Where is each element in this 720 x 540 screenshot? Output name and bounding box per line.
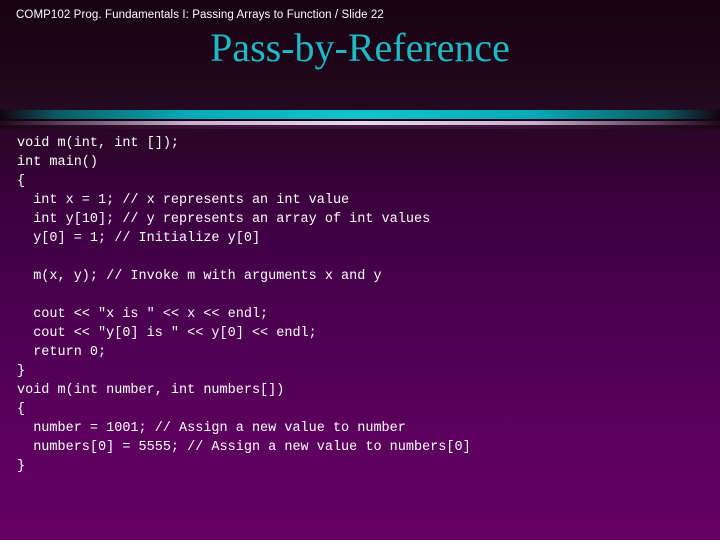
slide-body: void m(int, int []); int main() { int x … <box>0 129 720 540</box>
page-title: Pass-by-Reference <box>210 25 510 70</box>
slide-header: COMP102 Prog. Fundamentals I: Passing Ar… <box>0 0 720 110</box>
presentation-slide: COMP102 Prog. Fundamentals I: Passing Ar… <box>0 0 720 540</box>
breadcrumb: COMP102 Prog. Fundamentals I: Passing Ar… <box>16 9 384 21</box>
code-block: void m(int, int []); int main() { int x … <box>17 136 471 474</box>
divider-band-teal <box>0 110 720 119</box>
